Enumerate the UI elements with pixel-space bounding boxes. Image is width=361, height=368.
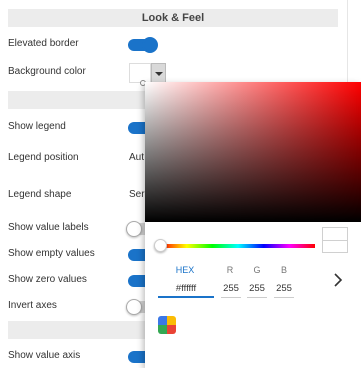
background-color-dropdown-button[interactable] xyxy=(151,63,166,83)
legend-position-label: Legend position xyxy=(8,152,79,163)
b-input[interactable]: 255 xyxy=(274,282,294,298)
hex-label: HEX xyxy=(175,265,195,275)
color-preview xyxy=(322,227,348,253)
show-zero-values-label: Show zero values xyxy=(8,274,87,285)
hue-slider-handle[interactable] xyxy=(154,239,167,252)
invert-axes-label: Invert axes xyxy=(8,300,57,311)
r-input[interactable]: 255 xyxy=(221,282,241,298)
toggle-knob xyxy=(126,299,142,315)
g-input[interactable]: 255 xyxy=(247,282,267,298)
legend-position-dropdown[interactable]: Aut xyxy=(129,152,144,163)
section-header-look-feel: Look & Feel xyxy=(8,9,338,27)
section-header-axis xyxy=(8,321,145,339)
show-empty-values-label: Show empty values xyxy=(8,248,95,259)
row-background-color: Background color xyxy=(8,63,338,83)
hex-input[interactable]: #ffffff xyxy=(158,282,214,298)
chevron-right-icon[interactable] xyxy=(331,273,345,289)
saturation-value-area[interactable] xyxy=(145,82,361,222)
toggle-knob xyxy=(126,221,142,237)
r-label: R xyxy=(226,265,234,275)
row-elevated-border: Elevated border xyxy=(8,35,338,55)
show-value-axis-label: Show value axis xyxy=(8,350,81,361)
palette-icon[interactable] xyxy=(158,316,176,334)
b-label: B xyxy=(280,265,287,275)
toggle-knob xyxy=(142,37,158,53)
elevated-border-label: Elevated border xyxy=(8,38,79,49)
legend-shape-label: Legend shape xyxy=(8,189,72,200)
g-label: G xyxy=(253,265,261,275)
section-header-legend xyxy=(8,91,145,109)
hue-slider[interactable] xyxy=(161,244,315,248)
show-value-labels-label: Show value labels xyxy=(8,222,89,233)
color-picker-popup: HEX R G B #ffffff 255 255 255 xyxy=(145,82,361,368)
elevated-border-toggle[interactable] xyxy=(128,37,158,53)
background-color-label: Background color xyxy=(8,66,86,77)
show-legend-label: Show legend xyxy=(8,121,66,132)
